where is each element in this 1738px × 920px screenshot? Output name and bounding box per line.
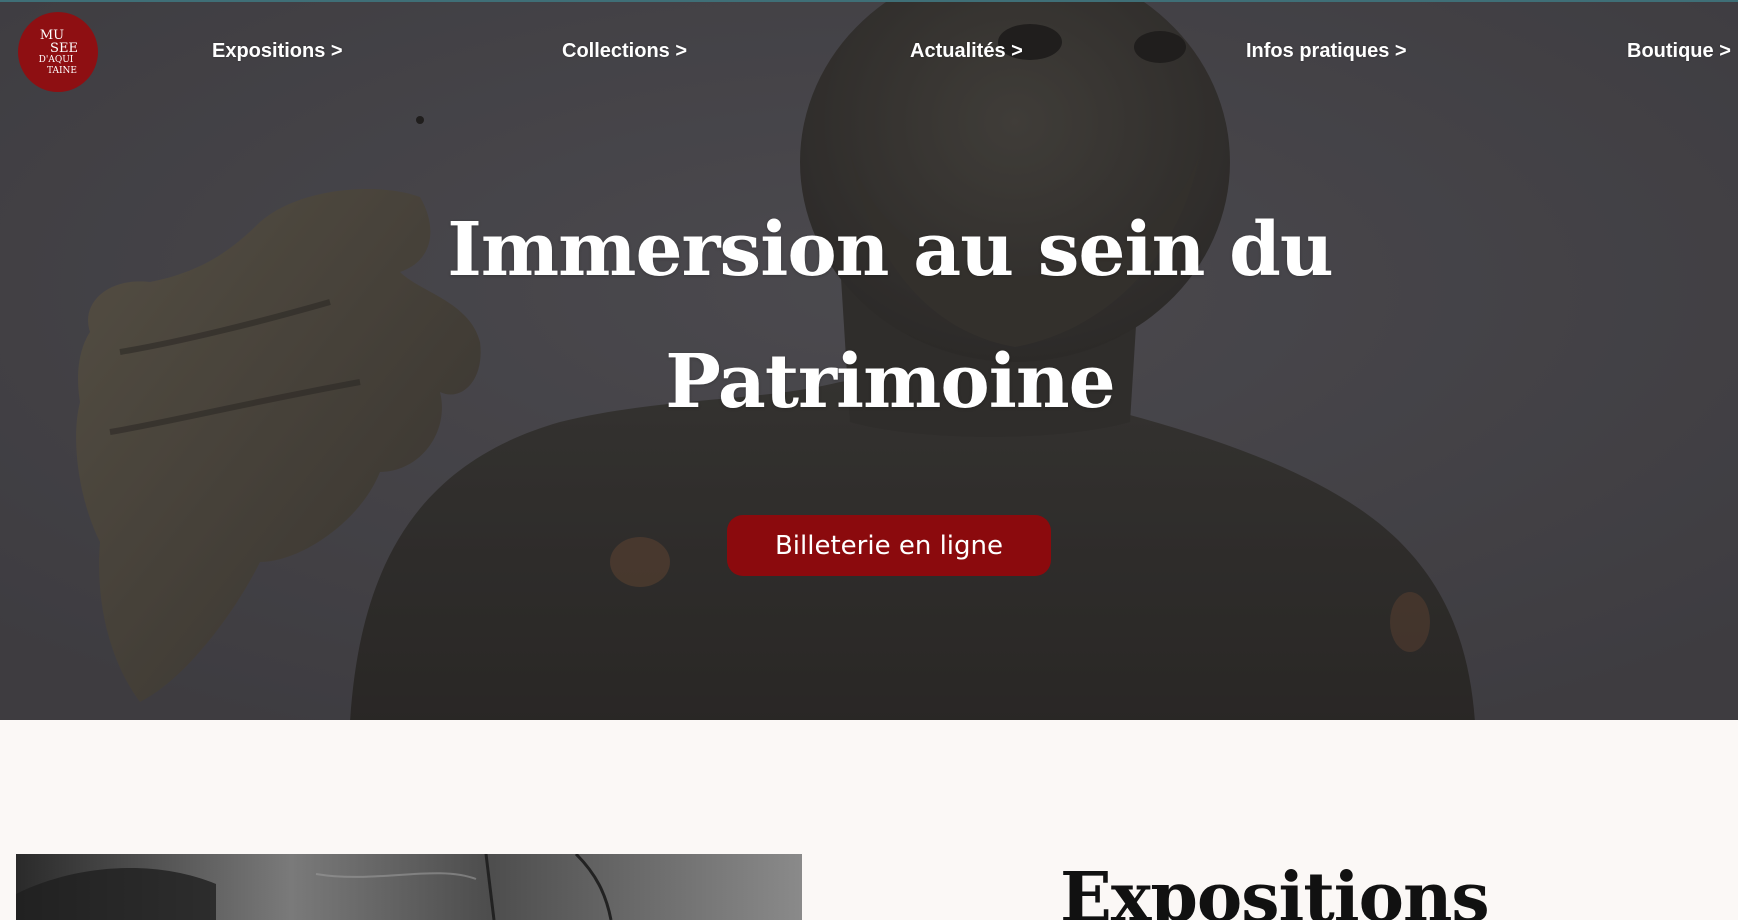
nav-infos-pratiques[interactable]: Infos pratiques > xyxy=(1246,40,1407,63)
nav-boutique[interactable]: Boutique > xyxy=(1627,40,1731,63)
hero-title: Immersion au sein du Patrimoine xyxy=(420,184,1360,448)
expositions-section-title: Expositions xyxy=(1060,858,1490,920)
exposition-image[interactable] xyxy=(16,854,802,920)
hero-title-line-2: Patrimoine xyxy=(665,339,1116,425)
logo-line-4: TAINE xyxy=(47,66,77,76)
nav-expositions[interactable]: Expositions > xyxy=(212,40,343,63)
museum-logo-mark: MU SEE D'AQUI TAINE xyxy=(39,28,78,76)
exposition-image-art xyxy=(16,854,802,920)
logo-line-2: SEE xyxy=(50,41,78,56)
hero-banner: MU SEE D'AQUI TAINE Expositions > Collec… xyxy=(0,0,1738,720)
online-ticketing-button[interactable]: Billeterie en ligne xyxy=(727,515,1051,576)
logo-line-3: D'AQUI xyxy=(39,55,74,65)
nav-collections[interactable]: Collections > xyxy=(562,40,687,63)
museum-logo[interactable]: MU SEE D'AQUI TAINE xyxy=(18,12,98,92)
nav-actualites[interactable]: Actualités > xyxy=(910,40,1023,63)
hero-title-line-1: Immersion au sein du xyxy=(447,207,1333,293)
